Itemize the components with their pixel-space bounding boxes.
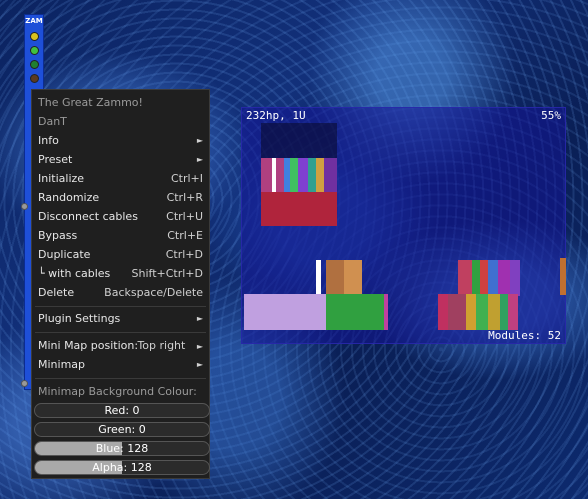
- led-green-2: [30, 60, 39, 69]
- screw-icon: [21, 380, 28, 387]
- menu-item-minimap-position[interactable]: Mini Map position: Top right ►: [32, 336, 209, 355]
- module-block: [458, 260, 472, 296]
- menu-divider: [35, 378, 206, 379]
- menu-item-delete[interactable]: Delete Backspace/Delete: [32, 283, 209, 302]
- menu-item-label: Info: [38, 134, 59, 147]
- menu-item-duplicate-with-cables[interactable]: └ with cables Shift+Ctrl+D: [32, 264, 209, 283]
- minimap-size-label: 232hp, 1U: [246, 109, 306, 122]
- led-green: [30, 46, 39, 55]
- module-block: [508, 294, 518, 330]
- module-block: [472, 260, 480, 296]
- module-block: [316, 260, 321, 296]
- module-block: [466, 294, 476, 330]
- menu-item-bypass[interactable]: Bypass Ctrl+E: [32, 226, 209, 245]
- menu-item-shortcut: Ctrl+E: [167, 229, 203, 242]
- menu-item-minimap[interactable]: Minimap ►: [32, 355, 209, 374]
- menu-divider: [35, 332, 206, 333]
- submenu-arrow-icon: ►: [196, 136, 203, 145]
- module-block: [488, 294, 500, 330]
- green-slider-text: Green: 0: [98, 423, 146, 436]
- menu-author: DanT: [32, 112, 209, 131]
- menu-divider: [35, 306, 206, 307]
- module-block: [308, 158, 316, 192]
- menu-item-label: Initialize: [38, 172, 85, 185]
- menu-item-duplicate[interactable]: Duplicate Ctrl+D: [32, 245, 209, 264]
- module-block: [298, 158, 308, 192]
- menu-item-label: └ with cables: [38, 267, 111, 280]
- menu-item-initialize[interactable]: Initialize Ctrl+I: [32, 169, 209, 188]
- module-block: [498, 260, 510, 296]
- module-block: [384, 294, 388, 330]
- blue-slider[interactable]: Blue: 128: [34, 441, 210, 456]
- green-slider[interactable]: Green: 0: [34, 422, 210, 437]
- menu-item-label: Delete: [38, 286, 75, 299]
- alpha-slider-text: Alpha: 128: [92, 461, 152, 474]
- module-block: [510, 260, 520, 296]
- minimap-position-value-text: Top right: [137, 339, 186, 352]
- module-block: [326, 260, 344, 296]
- menu-title-text: The Great Zammo!: [38, 96, 143, 109]
- menu-item-disconnect-cables[interactable]: Disconnect cables Ctrl+U: [32, 207, 209, 226]
- module-brand: ZAM: [25, 17, 43, 25]
- menu-item-randomize[interactable]: Randomize Ctrl+R: [32, 188, 209, 207]
- module-block: [500, 294, 508, 330]
- offscreen-module-indicator: [560, 258, 566, 295]
- menu-heading-label: Minimap Background Colour:: [38, 385, 197, 398]
- screw-icon: [21, 203, 28, 210]
- menu-item-label: Minimap: [38, 358, 86, 371]
- minimap-modules-count: Modules: 52: [488, 329, 561, 342]
- submenu-arrow-icon: ►: [196, 314, 203, 323]
- menu-author-text: DanT: [38, 115, 67, 128]
- module-block: [476, 294, 488, 330]
- blue-slider-text: Blue: 128: [95, 442, 149, 455]
- menu-item-preset[interactable]: Preset ►: [32, 150, 209, 169]
- led-dark: [30, 74, 39, 83]
- module-block: [488, 260, 498, 296]
- menu-item-label: Plugin Settings: [38, 312, 121, 325]
- menu-item-shortcut: Shift+Ctrl+D: [131, 267, 203, 280]
- menu-item-label: Mini Map position:: [38, 339, 139, 352]
- module-block: [448, 294, 466, 330]
- red-slider[interactable]: Red: 0: [34, 403, 210, 418]
- menu-item-label: Duplicate: [38, 248, 91, 261]
- module-block: [290, 158, 298, 192]
- red-slider-text: Red: 0: [104, 404, 140, 417]
- menu-title: The Great Zammo!: [32, 93, 209, 112]
- menu-item-shortcut: Backspace/Delete: [104, 286, 203, 299]
- minimap[interactable]: 232hp, 1U 55% Modules: 52: [241, 107, 566, 344]
- module-block: [438, 294, 448, 330]
- menu-item-shortcut: Ctrl+D: [165, 248, 203, 261]
- menu-item-shortcut: Ctrl+U: [166, 210, 203, 223]
- module-block: [344, 260, 362, 296]
- menu-item-shortcut: Ctrl+I: [170, 172, 203, 185]
- module-context-menu[interactable]: The Great Zammo! DanT Info ► Preset ► In…: [31, 89, 210, 479]
- module-block: [316, 158, 324, 192]
- submenu-arrow-icon: ►: [196, 155, 203, 164]
- submenu-arrow-icon: ►: [196, 342, 203, 351]
- module-block: [261, 192, 337, 226]
- module-block: [480, 260, 488, 296]
- menu-item-label: Bypass: [38, 229, 78, 242]
- minimap-position-value: Top right ►: [137, 336, 203, 356]
- module-block: [324, 158, 337, 192]
- menu-item-shortcut: Ctrl+R: [166, 191, 203, 204]
- led-yellow: [30, 32, 39, 41]
- submenu-arrow-icon: ►: [196, 360, 203, 369]
- menu-item-label: Disconnect cables: [38, 210, 138, 223]
- menu-item-label: Randomize: [38, 191, 100, 204]
- module-block: [244, 294, 326, 330]
- alpha-slider[interactable]: Alpha: 128: [34, 460, 210, 475]
- module-block: [272, 158, 276, 192]
- module-block: [326, 294, 384, 330]
- menu-item-plugin-settings[interactable]: Plugin Settings ►: [32, 309, 209, 328]
- minimap-bg-colour-heading: Minimap Background Colour:: [32, 382, 209, 401]
- menu-item-info[interactable]: Info ►: [32, 131, 209, 150]
- menu-item-label: Preset: [38, 153, 73, 166]
- minimap-zoom: 55%: [541, 109, 561, 122]
